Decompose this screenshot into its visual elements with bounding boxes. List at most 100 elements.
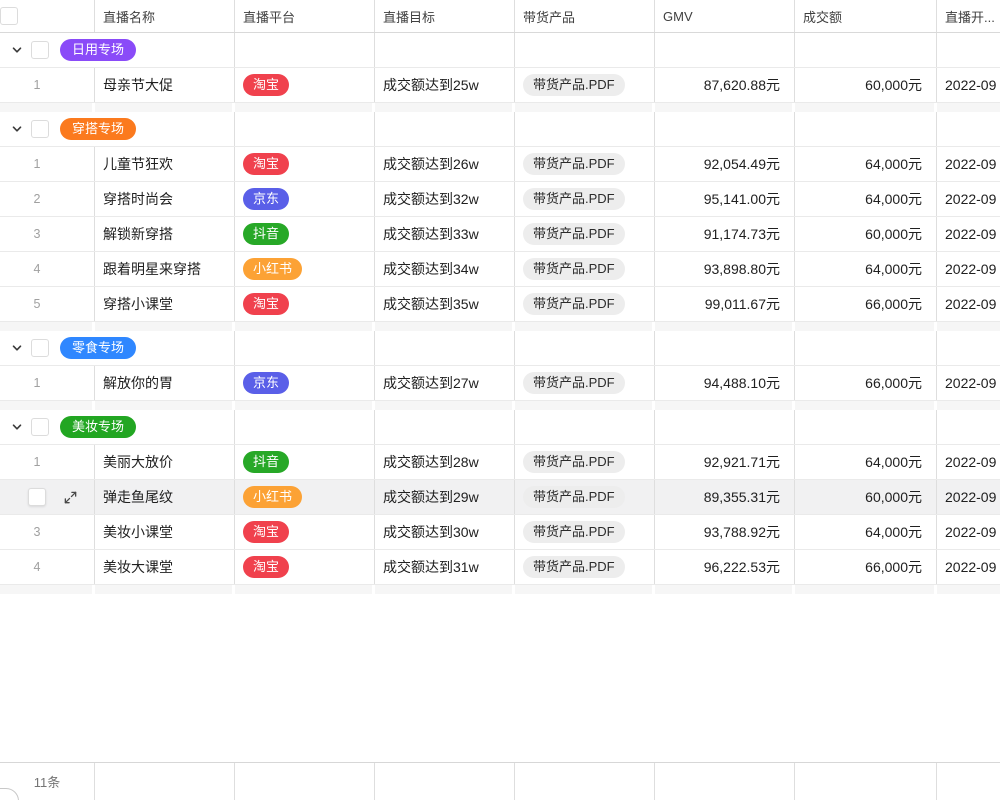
product-file-chip[interactable]: 带货产品.PDF: [523, 486, 625, 508]
cell-target[interactable]: 成交额达到35w: [375, 287, 515, 321]
cell-target[interactable]: 成交额达到27w: [375, 366, 515, 400]
cell-product[interactable]: 带货产品.PDF: [515, 550, 655, 584]
cell-gmv[interactable]: 95,141.00元: [655, 182, 795, 216]
cell-target[interactable]: 成交额达到29w: [375, 480, 515, 514]
group-checkbox[interactable]: [31, 120, 49, 138]
cell-live-name[interactable]: 儿童节狂欢: [95, 147, 235, 181]
summary-cell[interactable]: [95, 763, 235, 800]
cell-platform[interactable]: 京东: [235, 366, 375, 400]
cell-platform[interactable]: 淘宝: [235, 287, 375, 321]
cell-product[interactable]: 带货产品.PDF: [515, 445, 655, 479]
column-header-start-time[interactable]: 直播开...: [937, 0, 1000, 32]
cell-amount[interactable]: 60,000元: [795, 217, 937, 251]
group-checkbox[interactable]: [31, 41, 49, 59]
cell-gmv[interactable]: 96,222.53元: [655, 550, 795, 584]
cell-gmv[interactable]: 99,011.67元: [655, 287, 795, 321]
cell-start-time[interactable]: 2022-09: [937, 68, 1000, 102]
cell-product[interactable]: 带货产品.PDF: [515, 366, 655, 400]
cell-amount[interactable]: 64,000元: [795, 147, 937, 181]
cell-gmv[interactable]: 91,174.73元: [655, 217, 795, 251]
cell-amount[interactable]: 64,000元: [795, 445, 937, 479]
column-header-product[interactable]: 带货产品: [515, 0, 655, 32]
product-file-chip[interactable]: 带货产品.PDF: [523, 188, 625, 210]
cell-product[interactable]: 带货产品.PDF: [515, 252, 655, 286]
cell-start-time[interactable]: 2022-09: [937, 550, 1000, 584]
cell-platform[interactable]: 抖音: [235, 445, 375, 479]
cell-amount[interactable]: 64,000元: [795, 252, 937, 286]
product-file-chip[interactable]: 带货产品.PDF: [523, 153, 625, 175]
summary-cell[interactable]: [655, 763, 795, 800]
product-file-chip[interactable]: 带货产品.PDF: [523, 451, 625, 473]
chevron-down-icon[interactable]: [10, 420, 24, 434]
cell-product[interactable]: 带货产品.PDF: [515, 68, 655, 102]
chevron-down-icon[interactable]: [10, 43, 24, 57]
cell-target[interactable]: 成交额达到28w: [375, 445, 515, 479]
cell-gmv[interactable]: 92,921.71元: [655, 445, 795, 479]
cell-platform[interactable]: 抖音: [235, 217, 375, 251]
product-file-chip[interactable]: 带货产品.PDF: [523, 258, 625, 280]
cell-platform[interactable]: 京东: [235, 182, 375, 216]
column-header-gmv[interactable]: GMV: [655, 0, 795, 32]
cell-live-name[interactable]: 弹走鱼尾纹: [95, 480, 235, 514]
cell-live-name[interactable]: 穿搭时尚会: [95, 182, 235, 216]
cell-target[interactable]: 成交额达到30w: [375, 515, 515, 549]
cell-live-name[interactable]: 跟着明星来穿搭: [95, 252, 235, 286]
product-file-chip[interactable]: 带货产品.PDF: [523, 372, 625, 394]
cell-product[interactable]: 带货产品.PDF: [515, 515, 655, 549]
cell-target[interactable]: 成交额达到32w: [375, 182, 515, 216]
cell-start-time[interactable]: 2022-09: [937, 217, 1000, 251]
group-checkbox[interactable]: [31, 339, 49, 357]
cell-amount[interactable]: 60,000元: [795, 480, 937, 514]
cell-start-time[interactable]: 2022-09: [937, 366, 1000, 400]
cell-amount[interactable]: 64,000元: [795, 515, 937, 549]
cell-live-name[interactable]: 美丽大放价: [95, 445, 235, 479]
column-header-target[interactable]: 直播目标: [375, 0, 515, 32]
cell-live-name[interactable]: 穿搭小课堂: [95, 287, 235, 321]
chevron-down-icon[interactable]: [10, 341, 24, 355]
cell-product[interactable]: 带货产品.PDF: [515, 182, 655, 216]
cell-live-name[interactable]: 美妆大课堂: [95, 550, 235, 584]
cell-target[interactable]: 成交额达到25w: [375, 68, 515, 102]
cell-start-time[interactable]: 2022-09: [937, 480, 1000, 514]
cell-start-time[interactable]: 2022-09: [937, 515, 1000, 549]
cell-product[interactable]: 带货产品.PDF: [515, 217, 655, 251]
cell-product[interactable]: 带货产品.PDF: [515, 287, 655, 321]
column-header-name[interactable]: 直播名称: [95, 0, 235, 32]
product-file-chip[interactable]: 带货产品.PDF: [523, 556, 625, 578]
cell-platform[interactable]: 小红书: [235, 480, 375, 514]
summary-cell[interactable]: [235, 763, 375, 800]
select-all-checkbox[interactable]: [0, 7, 18, 25]
cell-gmv[interactable]: 89,355.31元: [655, 480, 795, 514]
cell-live-name[interactable]: 解放你的胃: [95, 366, 235, 400]
cell-gmv[interactable]: 92,054.49元: [655, 147, 795, 181]
column-header-amount[interactable]: 成交额: [795, 0, 937, 32]
cell-amount[interactable]: 60,000元: [795, 68, 937, 102]
group-checkbox[interactable]: [31, 418, 49, 436]
chevron-down-icon[interactable]: [10, 122, 24, 136]
cell-platform[interactable]: 淘宝: [235, 550, 375, 584]
cell-amount[interactable]: 66,000元: [795, 287, 937, 321]
cell-target[interactable]: 成交额达到33w: [375, 217, 515, 251]
cell-live-name[interactable]: 美妆小课堂: [95, 515, 235, 549]
cell-live-name[interactable]: 母亲节大促: [95, 68, 235, 102]
row-checkbox[interactable]: [28, 488, 46, 506]
product-file-chip[interactable]: 带货产品.PDF: [523, 223, 625, 245]
cell-start-time[interactable]: 2022-09: [937, 182, 1000, 216]
expand-record-icon[interactable]: [62, 489, 78, 505]
cell-platform[interactable]: 淘宝: [235, 147, 375, 181]
summary-cell[interactable]: [375, 763, 515, 800]
cell-amount[interactable]: 66,000元: [795, 366, 937, 400]
cell-target[interactable]: 成交额达到31w: [375, 550, 515, 584]
cell-gmv[interactable]: 93,788.92元: [655, 515, 795, 549]
product-file-chip[interactable]: 带货产品.PDF: [523, 521, 625, 543]
cell-amount[interactable]: 66,000元: [795, 550, 937, 584]
cell-gmv[interactable]: 87,620.88元: [655, 68, 795, 102]
cell-amount[interactable]: 64,000元: [795, 182, 937, 216]
cell-platform[interactable]: 淘宝: [235, 68, 375, 102]
column-header-platform[interactable]: 直播平台: [235, 0, 375, 32]
summary-cell[interactable]: [937, 763, 1000, 800]
cell-gmv[interactable]: 94,488.10元: [655, 366, 795, 400]
cell-target[interactable]: 成交额达到26w: [375, 147, 515, 181]
summary-cell[interactable]: [795, 763, 937, 800]
cell-target[interactable]: 成交额达到34w: [375, 252, 515, 286]
